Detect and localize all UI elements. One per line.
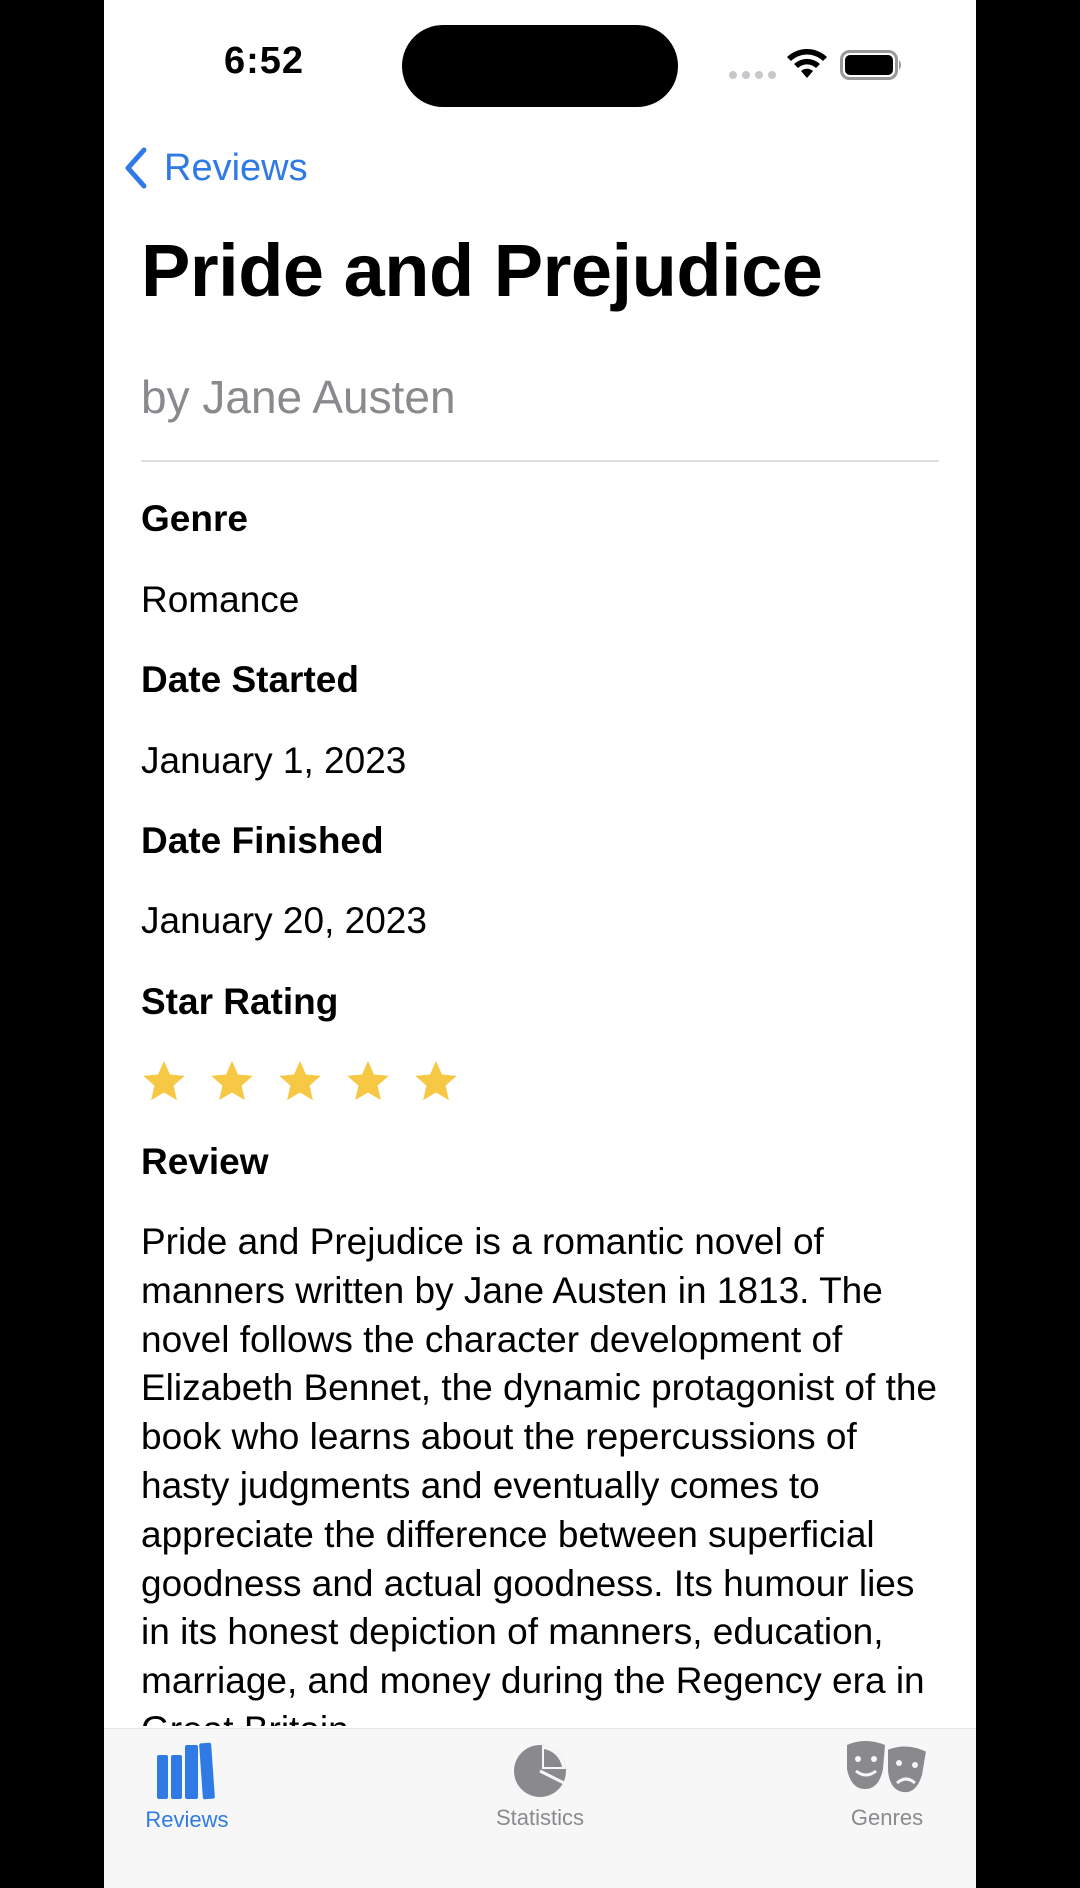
date-finished-label: Date Finished — [141, 820, 384, 861]
genre-label: Genre — [141, 498, 248, 539]
battery-icon — [840, 50, 901, 80]
chevron-left-icon — [125, 147, 147, 189]
genre-value: Romance — [141, 579, 300, 620]
date-finished-value: January 20, 2023 — [141, 900, 427, 941]
review-label: Review — [141, 1141, 269, 1182]
star-icon — [143, 1060, 185, 1101]
star-icon — [279, 1060, 321, 1101]
back-button[interactable]: Reviews — [124, 142, 308, 194]
star-icon — [415, 1060, 457, 1101]
status-time: 6:52 — [224, 40, 305, 82]
date-started-label: Date Started — [141, 659, 359, 700]
date-started-value: January 1, 2023 — [141, 740, 407, 781]
tab-reviews[interactable]: Reviews — [112, 1729, 262, 1839]
tab-statistics-label: Statistics — [495, 1805, 585, 1830]
pie-chart-icon — [514, 1745, 566, 1797]
theater-masks-icon — [847, 1741, 929, 1795]
book-title: Pride and Prejudice — [141, 229, 823, 312]
star-rating-label: Star Rating — [141, 981, 339, 1022]
tab-genres-label: Genres — [850, 1805, 924, 1830]
book-author: by Jane Austen — [141, 371, 456, 423]
cellular-signal-icon — [729, 71, 776, 79]
books-icon — [157, 1742, 215, 1800]
wifi-icon — [787, 49, 827, 78]
back-button-label: Reviews — [164, 146, 308, 189]
tab-reviews-label: Reviews — [145, 1807, 229, 1832]
divider — [141, 460, 939, 462]
tab-bar: Reviews Statistics Genres — [104, 1728, 976, 1888]
review-text: Pride and Prejudice is a romantic novel … — [141, 1221, 938, 1726]
tab-genres[interactable]: Genres — [812, 1729, 962, 1839]
status-bar: 6:52 — [104, 0, 976, 120]
tab-statistics[interactable]: Statistics — [465, 1729, 615, 1839]
star-icon — [211, 1060, 253, 1101]
star-rating — [141, 1058, 459, 1110]
star-icon — [347, 1060, 389, 1101]
phone-screen: 6:52 Reviews Pride and Prejudice by Jane… — [104, 0, 976, 1888]
dynamic-island — [402, 25, 678, 107]
